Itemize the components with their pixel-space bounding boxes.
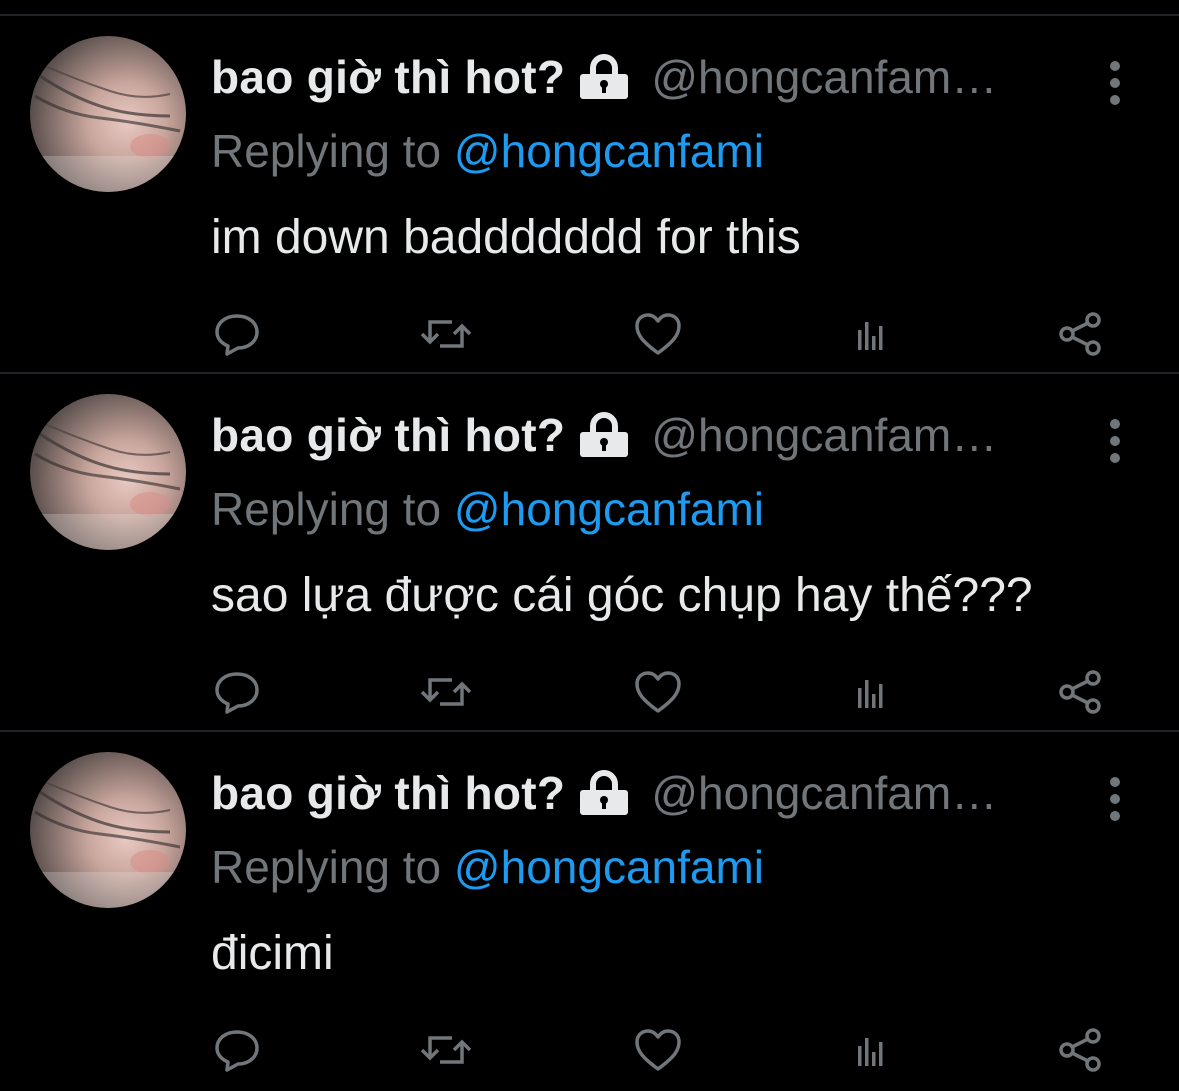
avatar[interactable] — [30, 394, 186, 550]
lock-icon — [577, 412, 631, 458]
user-handle[interactable]: @hongcanfam… — [651, 50, 997, 104]
tweet-header: bao giờ thì hot? @hongcanfam… — [211, 758, 997, 828]
reply-icon[interactable] — [209, 1022, 265, 1078]
heart-icon[interactable] — [630, 1022, 686, 1078]
reply-feed: bao giờ thì hot? @hongcanfam… Replying t… — [0, 0, 1179, 1091]
mention-link[interactable]: @hongcanfami — [454, 483, 764, 535]
retweet-icon[interactable] — [418, 306, 474, 362]
reply-icon[interactable] — [209, 306, 265, 362]
tweet-text: im down baddddddd for this — [211, 211, 801, 264]
tweet[interactable]: bao giờ thì hot? @hongcanfam… Replying t… — [0, 16, 1179, 374]
user-handle[interactable]: @hongcanfam… — [651, 408, 997, 462]
tweet-actions — [0, 664, 1179, 724]
heart-icon[interactable] — [630, 306, 686, 362]
display-name[interactable]: bao giờ thì hot? — [211, 408, 565, 462]
tweet-actions — [0, 1022, 1179, 1082]
avatar[interactable] — [30, 752, 186, 908]
tweet[interactable]: bao giờ thì hot? @hongcanfam… Replying t… — [0, 732, 1179, 1090]
tweet-text: sao lựa được cái góc chụp hay thế??? — [211, 569, 1033, 622]
lock-icon — [577, 54, 631, 100]
replying-prefix: Replying to — [211, 841, 454, 893]
user-handle[interactable]: @hongcanfam… — [651, 766, 997, 820]
more-vertical-icon[interactable] — [1103, 774, 1127, 824]
display-name[interactable]: bao giờ thì hot? — [211, 766, 565, 820]
share-icon[interactable] — [1052, 1022, 1108, 1078]
tweet-actions — [0, 306, 1179, 366]
tweet-text: đicimi — [211, 927, 334, 980]
tweet-header: bao giờ thì hot? @hongcanfam… — [211, 42, 997, 112]
views-icon[interactable] — [842, 1022, 898, 1078]
views-icon[interactable] — [842, 664, 898, 720]
more-vertical-icon[interactable] — [1103, 58, 1127, 108]
share-icon[interactable] — [1052, 664, 1108, 720]
mention-link[interactable]: @hongcanfami — [454, 841, 764, 893]
reply-icon[interactable] — [209, 664, 265, 720]
avatar[interactable] — [30, 36, 186, 192]
views-icon[interactable] — [842, 306, 898, 362]
display-name[interactable]: bao giờ thì hot? — [211, 50, 565, 104]
retweet-icon[interactable] — [418, 664, 474, 720]
share-icon[interactable] — [1052, 306, 1108, 362]
replying-prefix: Replying to — [211, 125, 454, 177]
heart-icon[interactable] — [630, 664, 686, 720]
replying-to-line: Replying to @hongcanfami — [211, 482, 764, 536]
tweet[interactable]: bao giờ thì hot? @hongcanfam… Replying t… — [0, 374, 1179, 732]
retweet-icon[interactable] — [418, 1022, 474, 1078]
tweet-header: bao giờ thì hot? @hongcanfam… — [211, 400, 997, 470]
replying-prefix: Replying to — [211, 483, 454, 535]
replying-to-line: Replying to @hongcanfami — [211, 840, 764, 894]
lock-icon — [577, 770, 631, 816]
more-vertical-icon[interactable] — [1103, 416, 1127, 466]
replying-to-line: Replying to @hongcanfami — [211, 124, 764, 178]
mention-link[interactable]: @hongcanfami — [454, 125, 764, 177]
